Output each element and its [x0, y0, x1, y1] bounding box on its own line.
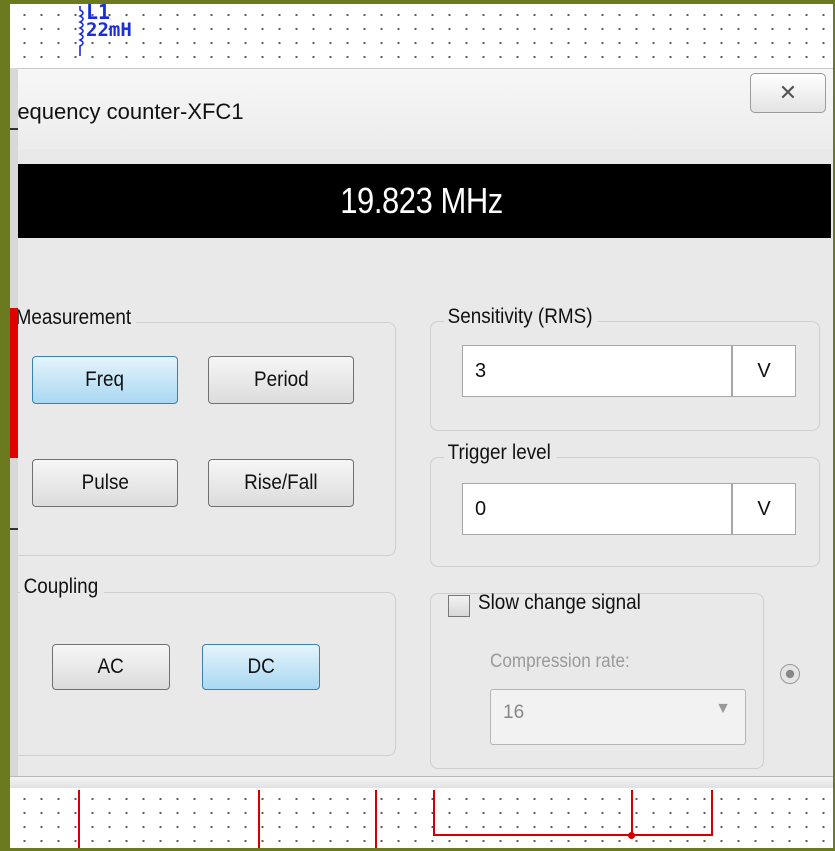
component-label[interactable]: L1 22mH: [86, 2, 132, 40]
wire[interactable]: [711, 790, 713, 836]
compression-rate-value: 16: [503, 702, 525, 723]
wire[interactable]: [375, 790, 377, 848]
slow-change-label: Slow change signal: [478, 591, 641, 614]
ac-button-label: AC: [97, 655, 125, 678]
sensitivity-unit-select[interactable]: V: [732, 345, 796, 397]
freq-button-label: Freq: [85, 368, 125, 391]
close-button[interactable]: ✕: [750, 73, 826, 113]
measurement-legend: Measurement: [12, 306, 137, 330]
wire-junction-node: [628, 832, 635, 839]
pulse-button-label: Pulse: [81, 471, 129, 494]
background-window-strip: [10, 68, 18, 788]
ac-button[interactable]: AC: [52, 644, 170, 690]
pulse-button[interactable]: Pulse: [32, 459, 178, 507]
rise-fall-button-label: Rise/Fall: [244, 471, 318, 494]
trigger-legend: Trigger level: [444, 441, 557, 465]
period-button[interactable]: Period: [208, 356, 354, 404]
dc-button-label: DC: [247, 655, 275, 678]
inductor-coil-icon: [78, 6, 84, 56]
resize-grip-icon[interactable]: [780, 664, 800, 684]
wire[interactable]: [631, 790, 633, 836]
frequency-reading: 19.823 MHz: [340, 180, 503, 221]
dc-button[interactable]: DC: [202, 644, 320, 690]
strip-divider: [10, 528, 18, 530]
freq-button[interactable]: Freq: [32, 356, 178, 404]
wire[interactable]: [433, 790, 435, 836]
component-value: 22mH: [86, 19, 132, 41]
schematic-grid-top: [10, 4, 835, 68]
frequency-display: 19.823 MHz: [12, 164, 831, 238]
coupling-legend: Coupling: [20, 575, 104, 599]
trigger-unit-select[interactable]: V: [732, 483, 796, 535]
frequency-counter-dialog: requency counter-XFC1 ✕ 19.823 MHz Measu…: [10, 68, 835, 781]
rise-fall-button[interactable]: Rise/Fall: [208, 459, 354, 507]
wire[interactable]: [258, 790, 260, 848]
strip-divider: [10, 128, 18, 130]
period-button-label: Period: [253, 368, 309, 391]
sensitivity-legend: Sensitivity (RMS): [444, 305, 598, 329]
wire[interactable]: [78, 790, 80, 848]
background-red-block: [10, 308, 18, 458]
close-icon: ✕: [778, 80, 798, 106]
slow-change-checkbox[interactable]: [448, 595, 470, 617]
trigger-level-input[interactable]: 0: [462, 483, 732, 535]
chevron-down-icon: ▼: [715, 700, 731, 717]
wire[interactable]: [433, 834, 713, 836]
window-title: requency counter-XFC1: [10, 99, 244, 124]
compression-rate-label: Compression rate:: [490, 651, 630, 672]
title-bar[interactable]: requency counter-XFC1 ✕: [10, 69, 835, 149]
compression-rate-select[interactable]: 16 ▼: [490, 689, 746, 745]
sensitivity-input[interactable]: 3: [462, 345, 732, 397]
